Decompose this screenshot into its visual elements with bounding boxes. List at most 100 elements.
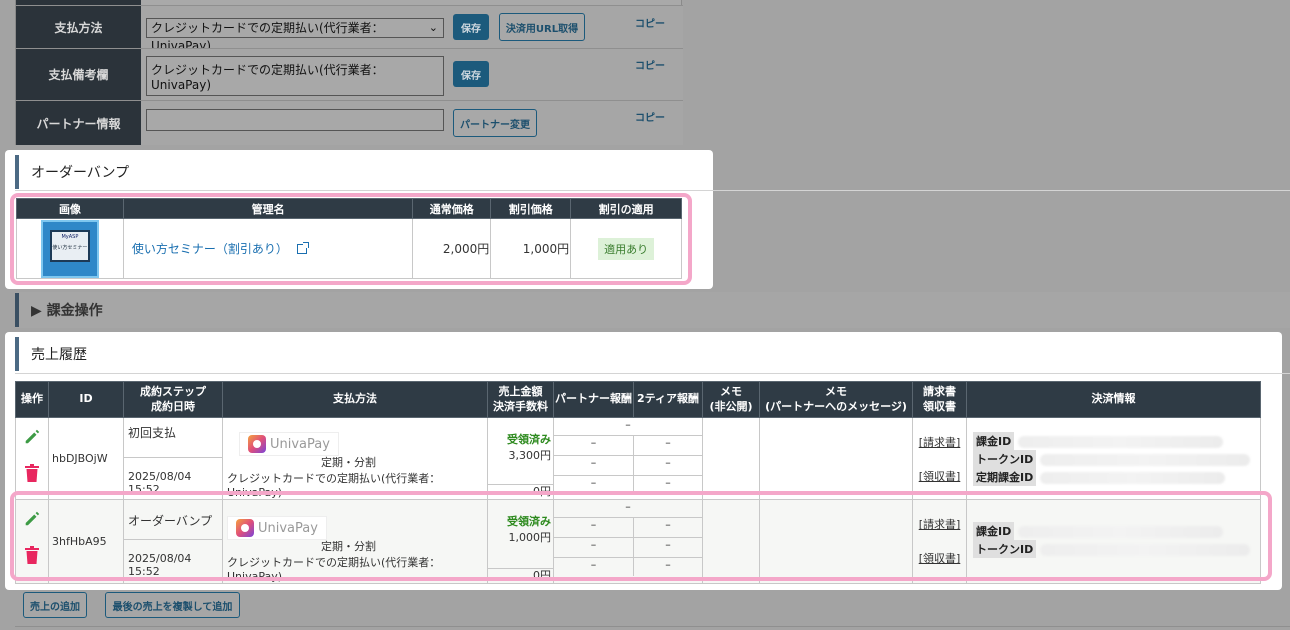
row-step: 初回支払 [124, 418, 222, 458]
regular-price: 2,000円 [412, 218, 492, 279]
table-row: hbDJBOjW 初回支払 2025/08/04 15:52 UnivaPay … [15, 417, 1261, 500]
row-payment-info: 課金ID トークンID [966, 499, 1261, 584]
external-link-icon[interactable] [297, 242, 310, 254]
order-bump-name-cell: 使い方セミナー（割引あり） [122, 218, 414, 279]
col-step-label: 成約ステップ [140, 385, 206, 399]
univapay-logo-box: UnivaPay [239, 432, 339, 456]
reward-subrow: – – [554, 538, 702, 558]
col-partner-reward: パートナー報酬 [553, 381, 634, 418]
order-bump-table: 画像 管理名 通常価格 割引価格 割引の適用 MyASP 使い方セミナー 使い方… [16, 198, 682, 279]
masked-value [1039, 472, 1225, 484]
row-actions [15, 417, 49, 500]
col-memo-private: メモ (非公開) [702, 381, 760, 418]
info-line: トークンID [973, 450, 1254, 468]
trash-icon[interactable] [24, 464, 40, 482]
tier2-dash: – [665, 558, 671, 571]
reward-dash: – [554, 538, 634, 557]
row-fee: 0円 [533, 569, 551, 582]
row-method-type: 定期・分割 [321, 456, 376, 469]
change-partner-button[interactable]: パートナー変更 [453, 109, 537, 137]
reward-dash: – [554, 436, 634, 455]
payment-note-save-button[interactable]: 保存 [453, 61, 489, 87]
invoice-link[interactable]: [請求書] [913, 434, 966, 450]
reward-dash: – [554, 476, 634, 494]
row-status: 受領済み [507, 433, 551, 446]
receipt-link[interactable]: [領収書] [913, 468, 966, 484]
payment-method-save-button[interactable]: 保存 [453, 14, 489, 40]
col-discount-applied: 割引の適用 [570, 198, 682, 219]
col-invoice: 請求書 領収書 [912, 381, 967, 418]
masked-value [1017, 436, 1223, 448]
order-bump-header: オーダーバンプ [15, 152, 705, 192]
row-top-dash: – [554, 500, 702, 518]
univapay-logo: UnivaPay [239, 432, 483, 456]
col-receipt-label: 領収書 [923, 399, 956, 413]
reward-subrow: – – [554, 558, 702, 576]
subscription-id-label: 定期課金ID [973, 468, 1037, 486]
duplicate-last-sale-button[interactable]: 最後の売上を複製して追加 [105, 592, 240, 618]
discount-applied-cell: 適用あり [570, 218, 682, 279]
tier2-dash: – [665, 518, 671, 531]
payment-method-select[interactable]: クレジットカードでの定期払い(代行業者：UnivaPay) ⌄ [146, 18, 444, 53]
row-id: hbDJBOjW [48, 417, 124, 500]
add-sale-button[interactable]: 売上の追加 [23, 592, 87, 618]
partner-label: パートナー情報 [16, 101, 141, 145]
sales-history-table: 操作 ID 成約ステップ 成約日時 支払方法 売上金額 決済手数料 パートナー報酬 … [15, 381, 1261, 584]
trash-icon[interactable] [24, 546, 40, 564]
row-rewards-cell: – – – – – – – [553, 417, 703, 500]
reward-subrow: – – [554, 518, 702, 538]
order-bump-name-link[interactable]: 使い方セミナー（割引あり） [132, 242, 288, 256]
receipt-link[interactable]: [領収書] [913, 550, 966, 566]
col-memo-partner-sub: (パートナーへのメッセージ) [765, 399, 907, 413]
univapay-mark-icon [236, 519, 254, 537]
tier2-dash: – [665, 436, 671, 449]
payment-note-copy-link[interactable]: コピー [635, 57, 665, 72]
row-method-cell: UnivaPay 定期・分割 クレジットカードでの定期払い(代行業者：Univa… [222, 417, 488, 500]
col-payment-info: 決済情報 [966, 381, 1261, 418]
charge-id-label: 課金ID [973, 522, 1015, 540]
payment-note-textarea[interactable]: クレジットカードでの定期払い(代行業者：UnivaPay) [146, 56, 444, 96]
payment-note-cell: クレジットカードでの定期払い(代行業者：UnivaPay) 保存 コピー [141, 49, 683, 100]
form-row-payment-method: 支払方法 クレジットカードでの定期払い(代行業者：UnivaPay) ⌄ 保存 … [16, 5, 683, 53]
partner-input[interactable] [146, 109, 444, 131]
col-amount-label: 売上金額 [498, 385, 543, 399]
divider [15, 626, 1290, 627]
pencil-icon[interactable] [23, 428, 41, 446]
row-id: 3hfHbA95 [48, 499, 124, 584]
order-bump-image-cell: MyASP 使い方セミナー [16, 218, 124, 279]
invoice-link[interactable]: [請求書] [913, 516, 966, 532]
fee-divider [488, 484, 553, 485]
product-thumbnail: MyASP 使い方セミナー [40, 219, 99, 278]
masked-value [1039, 454, 1250, 466]
col-op: 操作 [15, 381, 49, 418]
get-payment-url-button[interactable]: 決済用URL取得 [499, 13, 585, 41]
partner-copy-link[interactable]: コピー [635, 109, 665, 124]
col-discount-price: 割引価格 [490, 198, 572, 219]
row-method-cell: UnivaPay 定期・分割 クレジットカードでの定期払い(代行業者：Univa… [222, 499, 488, 584]
form-row-partner: パートナー情報 パートナー変更 コピー [16, 100, 683, 145]
univapay-logo-text: UnivaPay [270, 436, 330, 452]
reward-dash: – [554, 456, 634, 475]
info-line: 定期課金ID [973, 468, 1254, 486]
col-regular-price: 通常価格 [412, 198, 492, 219]
reward-dash: – [554, 558, 634, 576]
divider [15, 190, 1290, 191]
row-method: クレジットカードでの定期払い(代行業者：UnivaPay) [227, 472, 441, 499]
row-memo-private [702, 417, 760, 500]
univapay-logo-box: UnivaPay [227, 516, 327, 540]
row-amount-cell: 受領済み 1,000円 0円 [487, 499, 554, 584]
tier2-dash: – [665, 538, 671, 551]
billing-header[interactable]: ▶ 課金操作 [15, 292, 1290, 328]
reward-subrow: – – [554, 456, 702, 476]
col-invoice-label: 請求書 [923, 385, 956, 399]
row-step-cell: オーダーバンプ 2025/08/04 15:52 [123, 499, 223, 584]
order-bump-row: MyASP 使い方セミナー 使い方セミナー（割引あり） 2,000円 1,000… [16, 218, 682, 279]
col-name: 管理名 [122, 198, 414, 219]
payment-method-cell: クレジットカードでの定期払い(代行業者：UnivaPay) ⌄ 保存 決済用UR… [141, 6, 683, 53]
payment-method-copy-link[interactable]: コピー [635, 15, 665, 30]
row-amount: 1,000円 [508, 531, 552, 544]
row-fee: 0円 [533, 485, 551, 498]
col-memo-private-sub: (非公開) [709, 399, 753, 413]
col-memo-private-label: メモ [720, 385, 742, 399]
pencil-icon[interactable] [23, 510, 41, 528]
